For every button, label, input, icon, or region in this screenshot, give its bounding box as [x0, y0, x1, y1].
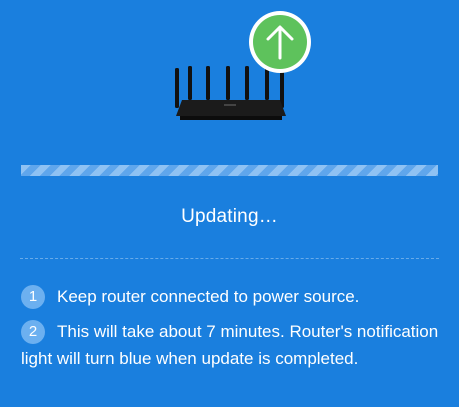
note-text: This will take about 7 minutes. Router's… [21, 322, 439, 368]
note-item: 2 This will take about 7 minutes. Router'… [21, 318, 441, 372]
note-text: Keep router connected to power source. [57, 287, 360, 306]
update-arrow-badge [249, 11, 311, 73]
step-number-badge: 2 [21, 320, 45, 344]
router-illustration [175, 11, 311, 120]
progress-bar [21, 165, 438, 176]
note-item: 1 Keep router connected to power source. [21, 283, 441, 310]
router-icon [175, 66, 286, 120]
update-notes: 1 Keep router connected to power source. … [21, 283, 441, 380]
step-number-badge: 1 [21, 285, 45, 309]
divider [20, 258, 439, 259]
status-text: Updating… [181, 206, 278, 227]
